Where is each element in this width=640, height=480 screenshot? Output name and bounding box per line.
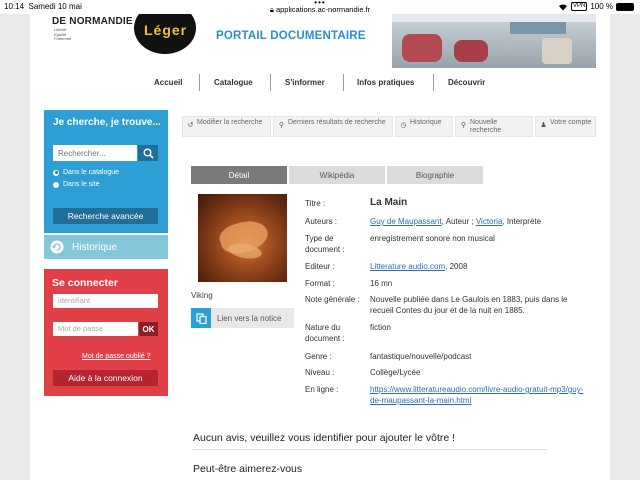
clock-icon: ◷ <box>400 121 407 129</box>
radio-label: Dans le site <box>63 181 100 188</box>
value-nature: fiction <box>370 323 391 332</box>
nav-catalogue[interactable]: Catalogue <box>214 78 253 87</box>
search-icon: ⚲ <box>278 121 285 129</box>
lock-icon: 🔒︎ <box>269 5 274 14</box>
portal-title: PORTAIL DOCUMENTAIRE <box>216 30 366 42</box>
value-doc-type: enregistrement sonore non musical <box>370 234 495 243</box>
history-icon <box>50 240 64 254</box>
nav-decouvrir[interactable]: Découvrir <box>448 78 485 87</box>
address-bar[interactable]: ••• 🔒︎ applications.ac-normandie.fr <box>0 0 640 14</box>
suggestions-heading: Peut-être aimerez-vous <box>193 463 303 475</box>
tab-detail[interactable]: Détail <box>191 166 287 184</box>
nav-divider <box>343 74 344 91</box>
publisher-link[interactable]: Litterature audio.com <box>370 262 445 271</box>
radio-site[interactable]: Dans le site <box>53 181 100 188</box>
reviews-prompt: Aucun avis, veuillez vous identifier pou… <box>193 432 456 444</box>
nav-divider <box>199 74 200 91</box>
label-authors: Auteurs : <box>305 217 338 226</box>
user-icon: ♟ <box>540 121 547 129</box>
forgot-password-link[interactable]: Mot de passe oublié ? <box>82 353 151 360</box>
divider <box>193 449 547 450</box>
search-button[interactable] <box>138 145 158 161</box>
label-nature: Nature du document : <box>305 323 345 343</box>
value-genre: fantastique/nouvelle/podcast <box>370 352 472 361</box>
school-logo[interactable]: Léger <box>134 14 196 54</box>
value-general-note: Nouvelle publiée dans Le Gaulois en 1883… <box>370 295 568 315</box>
url-text[interactable]: applications.ac-normandie.fr <box>276 5 370 14</box>
last-results-button[interactable]: ⚲ Derniers résultats de recherche <box>273 116 393 137</box>
value-authors: Guy de Maupassant, Auteur ; Victoria, In… <box>370 217 542 226</box>
cover-image[interactable] <box>198 194 287 282</box>
history-label: Historique <box>72 241 118 253</box>
radio-catalogue[interactable]: Dans le catalogue <box>53 169 119 176</box>
search-input[interactable] <box>53 145 137 161</box>
label-level: Niveau : <box>305 368 335 377</box>
republic-motto: Liberté Égalité Fraternité <box>54 27 72 41</box>
label-format: Format : <box>305 279 335 288</box>
nav-sinformer[interactable]: S'informer <box>285 78 325 87</box>
nav-infos-pratiques[interactable]: Infos pratiques <box>357 78 414 87</box>
label-general-note: Note générale : <box>305 295 360 304</box>
value-format: 16 mn <box>370 279 393 288</box>
header-photo <box>392 14 596 68</box>
radio-button[interactable] <box>53 181 59 188</box>
label-doc-type: Type de document : <box>305 234 345 254</box>
copy-icon <box>191 308 211 328</box>
value-publisher: Litterature audio.com, 2008 <box>370 262 468 271</box>
login-help-button[interactable]: Aide à la connexion <box>53 370 158 386</box>
tab-wikipedia[interactable]: Wikipédia <box>289 166 385 184</box>
status-indicators: VPN 100 % <box>558 2 634 11</box>
radio-label: Dans le catalogue <box>63 169 120 176</box>
vpn-badge: VPN <box>570 2 588 11</box>
login-title: Se connecter <box>52 277 118 289</box>
password-field[interactable]: Mot de passe <box>53 322 138 336</box>
login-panel: Se connecter identifiant Mot de passe OK… <box>44 269 168 396</box>
performer-link[interactable]: Victoria <box>476 217 503 226</box>
search-panel-title: Je cherche, je trouve... <box>53 117 161 128</box>
notice-link-button[interactable]: Lien vers la notice <box>191 308 294 328</box>
history-panel[interactable]: Historique <box>44 235 168 259</box>
nav-divider <box>433 74 434 91</box>
school-logo-text: Léger <box>144 22 188 38</box>
status-bar: 10:14 Samedi 10 mai ••• 🔒︎ applications.… <box>0 0 640 14</box>
battery-icon <box>616 2 634 11</box>
label-genre: Genre : <box>305 352 332 361</box>
search-panel: Je cherche, je trouve... Dans le catalog… <box>44 110 168 233</box>
online-link[interactable]: https://www.litteratureaudio.com/livre-a… <box>370 384 584 406</box>
label-publisher: Editeur : <box>305 262 335 271</box>
tab-biographie[interactable]: Biographie <box>387 166 483 184</box>
wifi-icon <box>558 3 567 11</box>
account-button[interactable]: ♟ Votre compte <box>535 116 596 137</box>
nav-divider <box>270 74 271 91</box>
value-level: Collège/Lycée <box>370 368 421 377</box>
history-button[interactable]: ◷ Historique <box>395 116 453 137</box>
new-search-button[interactable]: ⚲ Nouvelle recherche <box>455 116 533 137</box>
value-title: La Main <box>370 197 408 208</box>
nav-accueil[interactable]: Accueil <box>154 78 182 87</box>
page: DE NORMANDIE Liberté Égalité Fraternité … <box>30 14 610 480</box>
modify-search-button[interactable]: ↺ Modifier la recherche <box>182 116 271 137</box>
region-logo-text: DE NORMANDIE <box>52 16 133 27</box>
advanced-search-button[interactable]: Recherche avancée <box>53 208 158 224</box>
author-link[interactable]: Guy de Maupassant <box>370 217 442 226</box>
search-icon: ⚲ <box>460 121 467 129</box>
label-online: En ligne : <box>305 385 339 394</box>
label-title: Titre : <box>305 199 326 208</box>
undo-icon: ↺ <box>187 121 194 129</box>
radio-button-checked[interactable] <box>53 169 59 176</box>
search-icon <box>143 148 154 159</box>
notice-link-label: Lien vers la notice <box>217 313 282 323</box>
username-field[interactable]: identifiant <box>53 294 158 308</box>
battery-percent: 100 % <box>590 2 613 11</box>
cover-caption: Viking <box>191 291 213 300</box>
login-ok-button[interactable]: OK <box>139 322 158 336</box>
